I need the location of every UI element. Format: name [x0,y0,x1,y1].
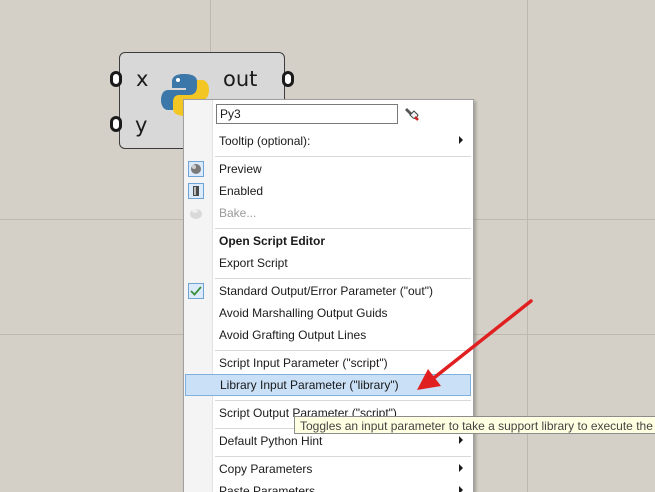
annotation-arrow-icon [417,299,533,390]
